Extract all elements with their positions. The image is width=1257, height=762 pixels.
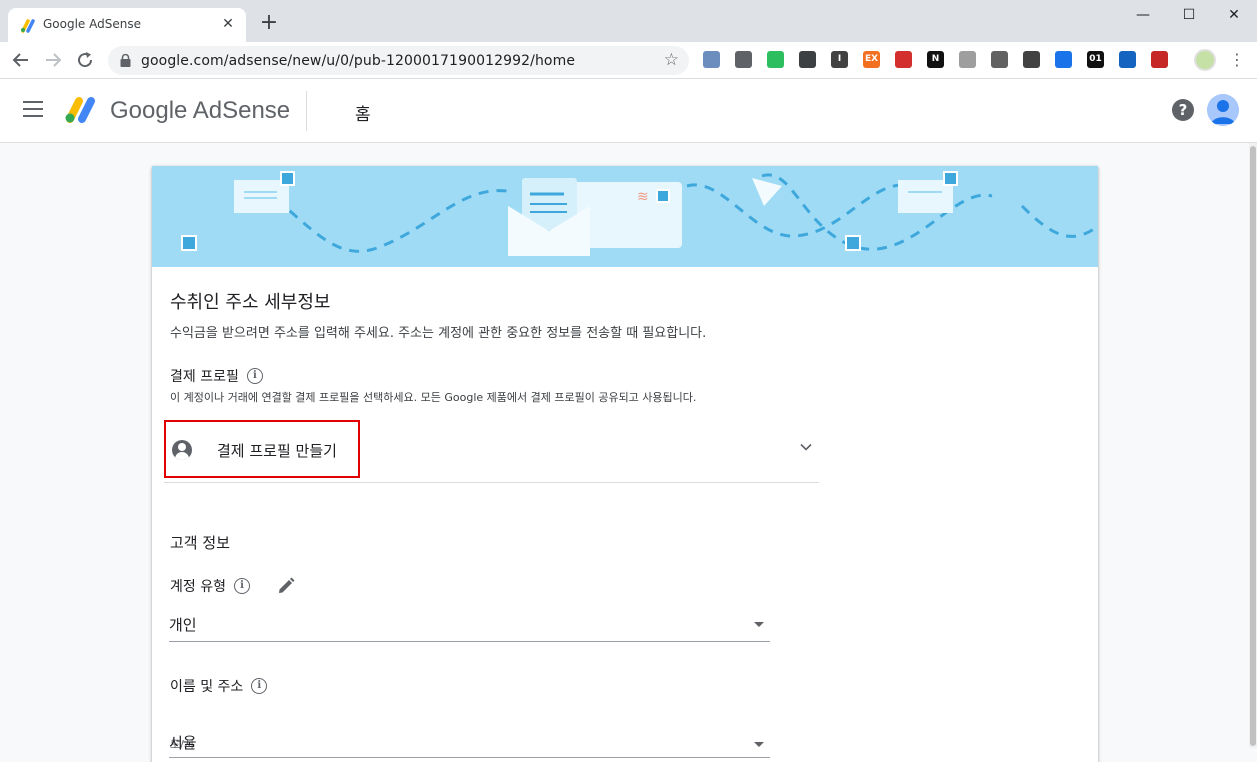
- photo-extension-icon[interactable]: [1119, 51, 1136, 68]
- payment-profile-label: 결제 프로필: [170, 369, 239, 385]
- minimize-button[interactable]: —: [1120, 2, 1166, 28]
- camera-extension-icon[interactable]: [1023, 51, 1040, 68]
- caret-down-icon: [754, 622, 764, 627]
- city-value: 서울: [169, 734, 197, 752]
- list-extension-icon[interactable]: [799, 51, 816, 68]
- tab-strip: Google AdSense ✕ + — ☐ ✕: [0, 0, 1257, 42]
- info-icon[interactable]: i: [233, 578, 250, 594]
- name-address-label-row: 이름 및 주소 i: [170, 676, 268, 696]
- header-divider: [306, 91, 307, 131]
- red-extension-icon[interactable]: [895, 51, 912, 68]
- lock-icon: [120, 54, 131, 67]
- account-avatar[interactable]: [1207, 94, 1239, 126]
- tab-close-icon[interactable]: ✕: [218, 14, 238, 34]
- adsense-logo-text: Google AdSense: [110, 97, 291, 124]
- 01-extension-icon[interactable]: 01: [1087, 51, 1104, 68]
- info-icon[interactable]: i: [251, 678, 268, 694]
- browser-toolbar: google.com/adsense/new/u/0/pub-120001719…: [0, 42, 1257, 79]
- evernote-icon[interactable]: [767, 51, 784, 68]
- payment-profile-value: 결제 프로필 만들기: [217, 442, 337, 460]
- name-address-label: 이름 및 주소: [170, 679, 244, 695]
- browser-menu-icon[interactable]: ⋮: [1229, 49, 1245, 71]
- back-arrow-icon[interactable]: [9, 48, 33, 72]
- chevron-down-icon[interactable]: [799, 440, 813, 454]
- forward-arrow-icon[interactable]: [41, 48, 65, 72]
- dropbox-icon[interactable]: [991, 51, 1008, 68]
- ex-extension-icon[interactable]: EX: [863, 51, 880, 68]
- help-icon[interactable]: ?: [1172, 99, 1194, 121]
- payment-profile-description: 이 계정이나 거래에 연결할 결제 프로필을 선택하세요. 모든 Google …: [170, 391, 697, 404]
- account-type-dropdown[interactable]: 개인: [169, 610, 770, 642]
- screen-extension-icon[interactable]: [959, 51, 976, 68]
- adsense-header: Google AdSense 홈 ?: [0, 79, 1257, 143]
- tab-title: Google AdSense: [43, 17, 141, 31]
- form-description: 수익금을 받으려면 주소를 입력해 주세요. 주소는 계정에 관한 중요한 정보…: [170, 326, 707, 341]
- bookmark-extension-icon[interactable]: [1055, 51, 1072, 68]
- bookmark-star-icon[interactable]: ☆: [664, 50, 679, 70]
- customer-info-heading: 고객 정보: [170, 534, 230, 552]
- gear-extension-icon[interactable]: [735, 51, 752, 68]
- adsense-logo-icon: [65, 97, 95, 123]
- notion-icon[interactable]: N: [927, 51, 944, 68]
- info-icon[interactable]: i: [246, 368, 263, 384]
- caret-down-icon: [754, 742, 764, 747]
- maximize-button[interactable]: ☐: [1166, 2, 1212, 28]
- adsense-favicon-icon: [21, 19, 35, 33]
- pencil-icon[interactable]: [276, 576, 296, 596]
- account-type-label: 계정 유형: [170, 579, 226, 595]
- account-type-value: 개인: [169, 616, 197, 634]
- tab-adsense[interactable]: Google AdSense ✕: [8, 8, 246, 42]
- scrollbar-thumb[interactable]: [1250, 146, 1256, 746]
- account-type-label-row: 계정 유형 i: [170, 576, 296, 596]
- page-scrollbar[interactable]: [1249, 143, 1257, 748]
- profile-icon[interactable]: [1194, 49, 1216, 71]
- payment-profile-select[interactable]: 결제 프로필 만들기: [164, 420, 819, 483]
- page-title: 홈: [355, 105, 371, 125]
- main-content: ≋ 수취인 주소 세부정보 수익금을 받으려면 주소를 입력해 주세요. 주소는…: [0, 143, 1257, 762]
- hamburger-menu-icon[interactable]: [23, 101, 43, 117]
- form-title: 수취인 주소 세부정보: [170, 292, 331, 313]
- city-dropdown[interactable]: 서울: [169, 729, 770, 758]
- new-tab-button[interactable]: +: [258, 12, 280, 34]
- envelope-banner: ≋: [152, 166, 1098, 267]
- address-card: ≋ 수취인 주소 세부정보 수익금을 받으려면 주소를 입력해 주세요. 주소는…: [152, 166, 1098, 762]
- address-bar[interactable]: google.com/adsense/new/u/0/pub-120001719…: [108, 46, 689, 75]
- reload-icon[interactable]: [73, 48, 97, 72]
- close-window-button[interactable]: ✕: [1211, 2, 1257, 28]
- url-text: google.com/adsense/new/u/0/pub-120001719…: [141, 53, 576, 69]
- i-extension-icon[interactable]: I: [831, 51, 848, 68]
- mail-illustration: ≋: [181, 171, 1098, 256]
- pdf-extension-icon[interactable]: [1151, 51, 1168, 68]
- payment-profile-label-row: 결제 프로필 i: [170, 366, 263, 386]
- person-icon: [172, 440, 192, 460]
- opera-icon[interactable]: [703, 51, 720, 68]
- svg-text:≋: ≋: [637, 189, 649, 205]
